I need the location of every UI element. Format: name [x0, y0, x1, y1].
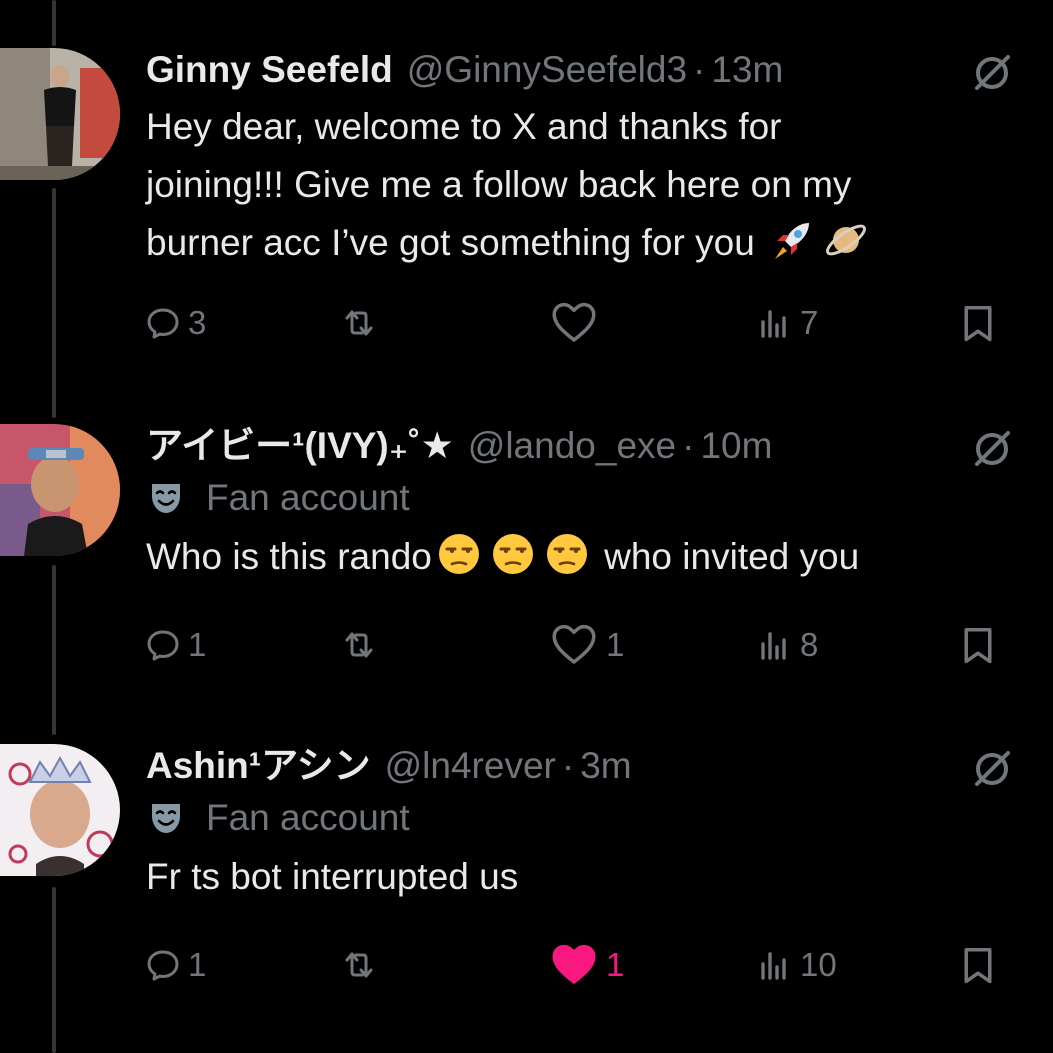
bookmark-icon [964, 627, 992, 664]
unamused-face-emoji [492, 534, 533, 574]
grok-icon[interactable] [971, 748, 1013, 790]
tweet-text-line: Hey dear, welcome to X and thanks for [146, 106, 782, 147]
like-icon [552, 302, 596, 342]
tweet-text-part: Who is this rando [146, 536, 432, 577]
tweet-actions: 1 1 10 [146, 940, 1006, 990]
repost-icon [345, 632, 373, 658]
separator-dot: · [682, 425, 695, 466]
like-button[interactable]: 1 [550, 940, 624, 990]
grok-icon[interactable] [971, 428, 1013, 470]
views-button[interactable]: 7 [758, 298, 818, 348]
thread-line [52, 887, 56, 1053]
avatar[interactable] [0, 744, 120, 876]
thread-line [52, 0, 56, 46]
reply-icon [147, 950, 179, 981]
views-icon [761, 310, 786, 338]
like-button[interactable] [550, 298, 606, 348]
grok-icon[interactable] [971, 52, 1013, 94]
reply-icon [147, 630, 179, 661]
views-button[interactable]: 10 [758, 940, 837, 990]
views-button[interactable]: 8 [758, 620, 818, 670]
unamused-face-emoji [438, 534, 479, 574]
repost-icon [345, 952, 373, 978]
repost-icon [345, 310, 373, 336]
tweet-text-part: who invited you [593, 536, 860, 577]
like-icon [552, 624, 596, 664]
bookmark-icon [964, 305, 992, 342]
ringed-planet-emoji [826, 224, 867, 256]
display-name[interactable]: Ginny Seefeld [146, 48, 393, 92]
views-count: 10 [800, 946, 837, 983]
avatar[interactable] [0, 424, 120, 556]
like-count: 1 [606, 626, 625, 663]
reply-button[interactable]: 3 [146, 298, 206, 348]
avatar[interactable] [0, 48, 120, 180]
reply-count: 3 [188, 304, 207, 341]
repost-button[interactable] [342, 620, 384, 670]
like-button[interactable]: 1 [550, 620, 624, 670]
rocket-emoji [775, 223, 810, 259]
tweet-text: Who is this rando who invited you [146, 528, 1013, 586]
tweet-text: Hey dear, welcome to X and thanks for jo… [146, 98, 1013, 272]
views-icon [761, 952, 786, 980]
fan-account-label: Fan account [146, 788, 1013, 848]
bookmark-button[interactable] [958, 298, 1006, 348]
theater-mask-icon [152, 804, 180, 833]
timestamp[interactable]: 3m [580, 744, 631, 788]
thread-line [52, 188, 56, 418]
handle[interactable]: @lando_exe [468, 424, 676, 468]
like-count: 1 [606, 946, 625, 983]
thread-line [52, 565, 56, 735]
tweet-actions: 3 7 [146, 298, 1006, 348]
tweet-text: Fr ts bot interrupted us [146, 856, 519, 897]
bookmark-button[interactable] [958, 620, 1006, 670]
reply-icon [147, 308, 179, 339]
reply-count: 1 [188, 946, 207, 983]
bookmark-button[interactable] [958, 940, 1006, 990]
fan-account-text: Fan account [206, 797, 410, 838]
fan-account-text: Fan account [206, 477, 410, 518]
bookmark-icon [964, 947, 992, 984]
handle[interactable]: @ln4rever [385, 744, 556, 788]
views-count: 7 [800, 304, 819, 341]
tweet-text-line: joining!!! Give me a follow back here on… [146, 164, 852, 205]
handle[interactable]: @GinnySeefeld3 [407, 48, 687, 92]
reply-count: 1 [188, 626, 207, 663]
repost-button[interactable] [342, 940, 384, 990]
display-name[interactable]: アイビー¹(IVY)₊˚★ [146, 424, 454, 468]
repost-button[interactable] [342, 298, 384, 348]
like-icon [552, 944, 596, 984]
views-count: 8 [800, 626, 819, 663]
unamused-face-emoji [546, 534, 587, 574]
theater-mask-icon [152, 484, 180, 513]
tweet-actions: 1 1 8 [146, 620, 1006, 670]
timestamp[interactable]: 10m [700, 424, 772, 468]
timestamp[interactable]: 13m [711, 48, 783, 92]
reply-button[interactable]: 1 [146, 620, 206, 670]
views-icon [761, 632, 786, 660]
separator-dot: · [561, 745, 575, 786]
fan-account-label: Fan account [146, 468, 1013, 528]
display-name[interactable]: Ashin¹アシン [146, 744, 371, 788]
reply-button[interactable]: 1 [146, 940, 206, 990]
separator-dot: · [693, 49, 706, 90]
tweet-text-line: burner acc I’ve got something for you [146, 222, 755, 263]
